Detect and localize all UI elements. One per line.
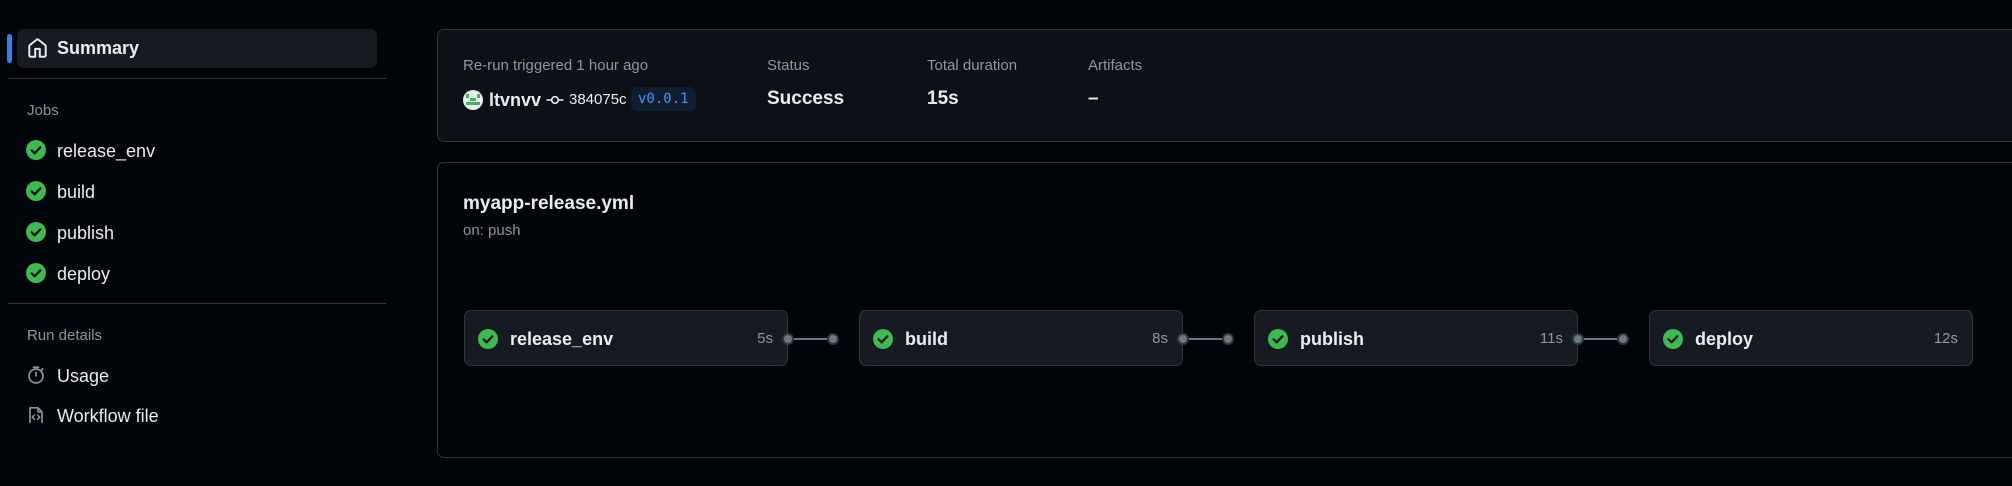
job-label: build [57, 182, 96, 202]
artifacts-value: – [1088, 88, 1099, 109]
sidebar-item-publish[interactable]: publish [17, 215, 377, 249]
check-circle-icon [873, 329, 893, 349]
status-value: Success [767, 88, 845, 109]
check-circle-icon [26, 181, 46, 201]
job-card-deploy[interactable]: deploy 12s [1649, 310, 1973, 366]
tag-badge[interactable]: v0.0.1 [631, 87, 696, 111]
workflow-graph-panel: myapp-release.yml on: push release_env 5… [437, 162, 2012, 458]
job-duration: 5s [757, 330, 773, 347]
job-card-build[interactable]: build 8s [859, 310, 1183, 366]
duration-label: Total duration [927, 57, 1018, 74]
check-circle-icon [26, 263, 46, 283]
workflow-trigger: on: push [463, 222, 521, 239]
job-output-dot [782, 333, 794, 345]
check-circle-icon [1663, 329, 1683, 349]
job-name: publish [1300, 329, 1364, 349]
job-name: build [905, 329, 948, 349]
actor-link[interactable]: ltvnvv [489, 90, 541, 111]
run-summary-panel: Re-run triggered 1 hour ago ltvnvv 38407… [437, 29, 2012, 142]
job-label: deploy [57, 264, 111, 284]
job-duration: 11s [1539, 330, 1563, 347]
check-circle-icon [26, 140, 46, 160]
sidebar-item-deploy[interactable]: deploy [17, 256, 377, 290]
commit-link[interactable]: 384075c [569, 91, 627, 108]
run-details-heading: Run details [27, 327, 103, 344]
stopwatch-icon [28, 366, 44, 384]
job-card-release-env[interactable]: release_env 5s [464, 310, 788, 366]
sidebar-item-usage[interactable]: Usage [17, 358, 377, 392]
job-label: publish [57, 223, 115, 243]
job-output-dot [1572, 333, 1584, 345]
job-name: release_env [510, 329, 614, 349]
job-card-publish[interactable]: publish 11s [1254, 310, 1578, 366]
sidebar-item-build[interactable]: build [17, 174, 377, 208]
check-circle-icon [26, 222, 46, 242]
home-icon [28, 38, 47, 58]
usage-label: Usage [57, 366, 110, 386]
status-label: Status [767, 57, 810, 74]
duration-value: 15s [927, 88, 959, 109]
job-duration: 8s [1152, 330, 1168, 347]
job-input-dot [827, 333, 839, 345]
artifacts-label: Artifacts [1088, 57, 1143, 74]
sidebar: Summary Jobs release_env build publish d… [0, 0, 392, 486]
job-label: release_env [57, 141, 156, 161]
check-circle-icon [1268, 329, 1288, 349]
workflow-filename: myapp-release.yml [463, 193, 635, 214]
sidebar-item-release-env[interactable]: release_env [17, 133, 377, 167]
file-code-icon [29, 407, 43, 423]
workflow-file-label: Workflow file [57, 406, 159, 426]
job-duration: 12s [1933, 330, 1958, 347]
trigger-label: Re-run triggered 1 hour ago [463, 57, 649, 74]
git-commit-icon [546, 95, 564, 105]
job-name: deploy [1695, 329, 1754, 349]
job-output-dot [1177, 333, 1189, 345]
sidebar-item-summary[interactable]: Summary [7, 29, 377, 68]
active-indicator [7, 34, 12, 63]
divider [8, 303, 386, 304]
job-input-dot [1617, 333, 1629, 345]
check-circle-icon [478, 329, 498, 349]
divider [8, 78, 386, 79]
avatar[interactable] [463, 90, 483, 110]
jobs-heading: Jobs [27, 102, 59, 119]
sidebar-item-label: Summary [57, 38, 140, 58]
job-input-dot [1222, 333, 1234, 345]
sidebar-item-workflow-file[interactable]: Workflow file [17, 398, 377, 432]
